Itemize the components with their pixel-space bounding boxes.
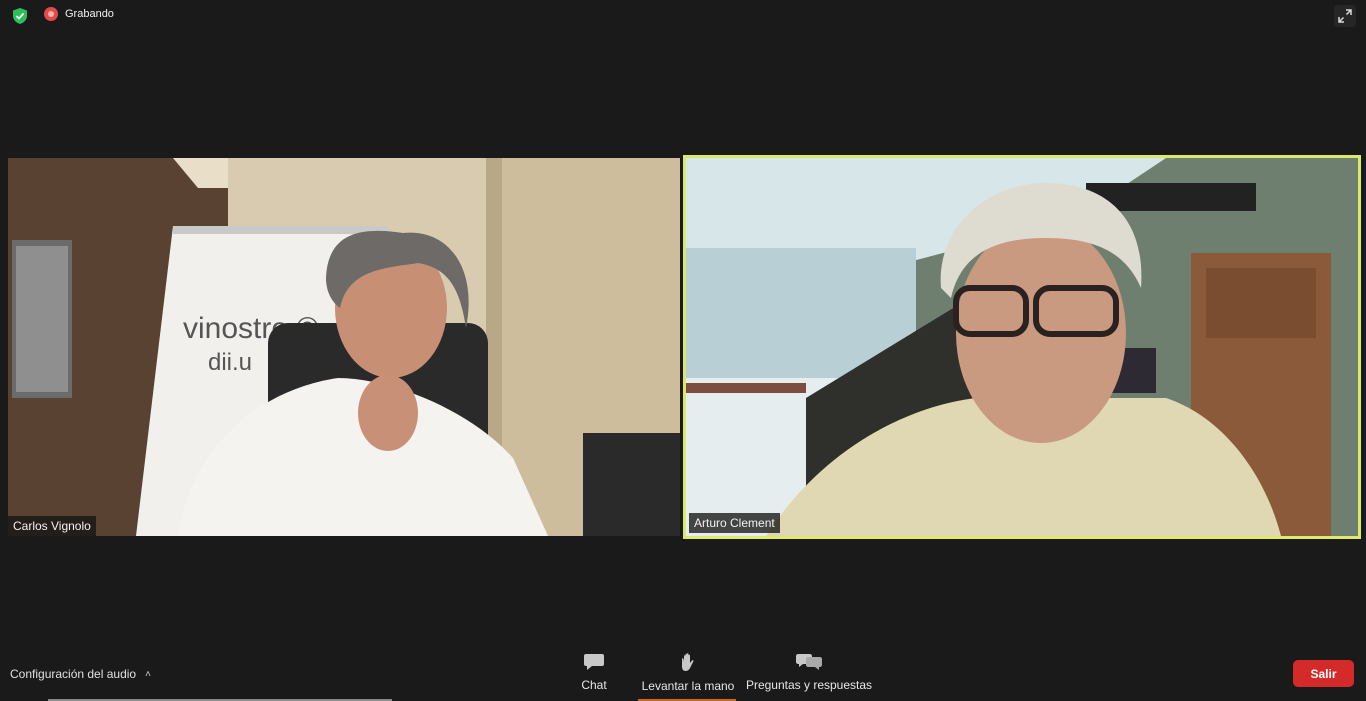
top-bar: Grabando	[0, 0, 1366, 32]
expand-icon	[1338, 9, 1352, 23]
participant-name: Carlos Vignolo	[8, 516, 96, 536]
qa-bubbles-icon	[796, 654, 822, 670]
video-tile-carlos[interactable]: vinostro © dii.u Carlos Vignolo	[8, 158, 680, 536]
chat-button[interactable]: Chat	[575, 652, 613, 692]
chat-bubble-icon	[584, 654, 604, 670]
qa-label: Preguntas y respuestas	[745, 678, 873, 692]
hand-icon	[682, 653, 694, 671]
audio-config-button[interactable]: Configuración del audio ˄	[10, 667, 151, 681]
participant-video: vinostro © dii.u	[8, 158, 680, 536]
bottom-toolbar: Configuración del audio ˄ Chat Levantar …	[0, 640, 1366, 701]
fullscreen-button[interactable]	[1334, 5, 1356, 27]
raise-hand-button[interactable]: Levantar la mano	[638, 652, 738, 693]
recording-indicator[interactable]: Grabando	[44, 7, 114, 21]
raise-hand-label: Levantar la mano	[641, 679, 735, 693]
video-tile-arturo[interactable]: Arturo Clement	[683, 155, 1361, 539]
record-icon	[44, 7, 58, 21]
audio-config-label: Configuración del audio	[10, 667, 137, 681]
participant-video	[686, 158, 1358, 536]
exit-button[interactable]: Salir	[1293, 660, 1354, 687]
qa-button[interactable]: Preguntas y respuestas	[745, 652, 873, 692]
shield-check-icon[interactable]	[11, 7, 29, 25]
whiteboard-text: dii.u	[208, 349, 252, 376]
participant-name: Arturo Clement	[689, 513, 780, 533]
chevron-up-icon[interactable]: ˄	[145, 669, 151, 680]
chat-label: Chat	[581, 678, 607, 692]
recording-label: Grabando	[65, 8, 114, 20]
